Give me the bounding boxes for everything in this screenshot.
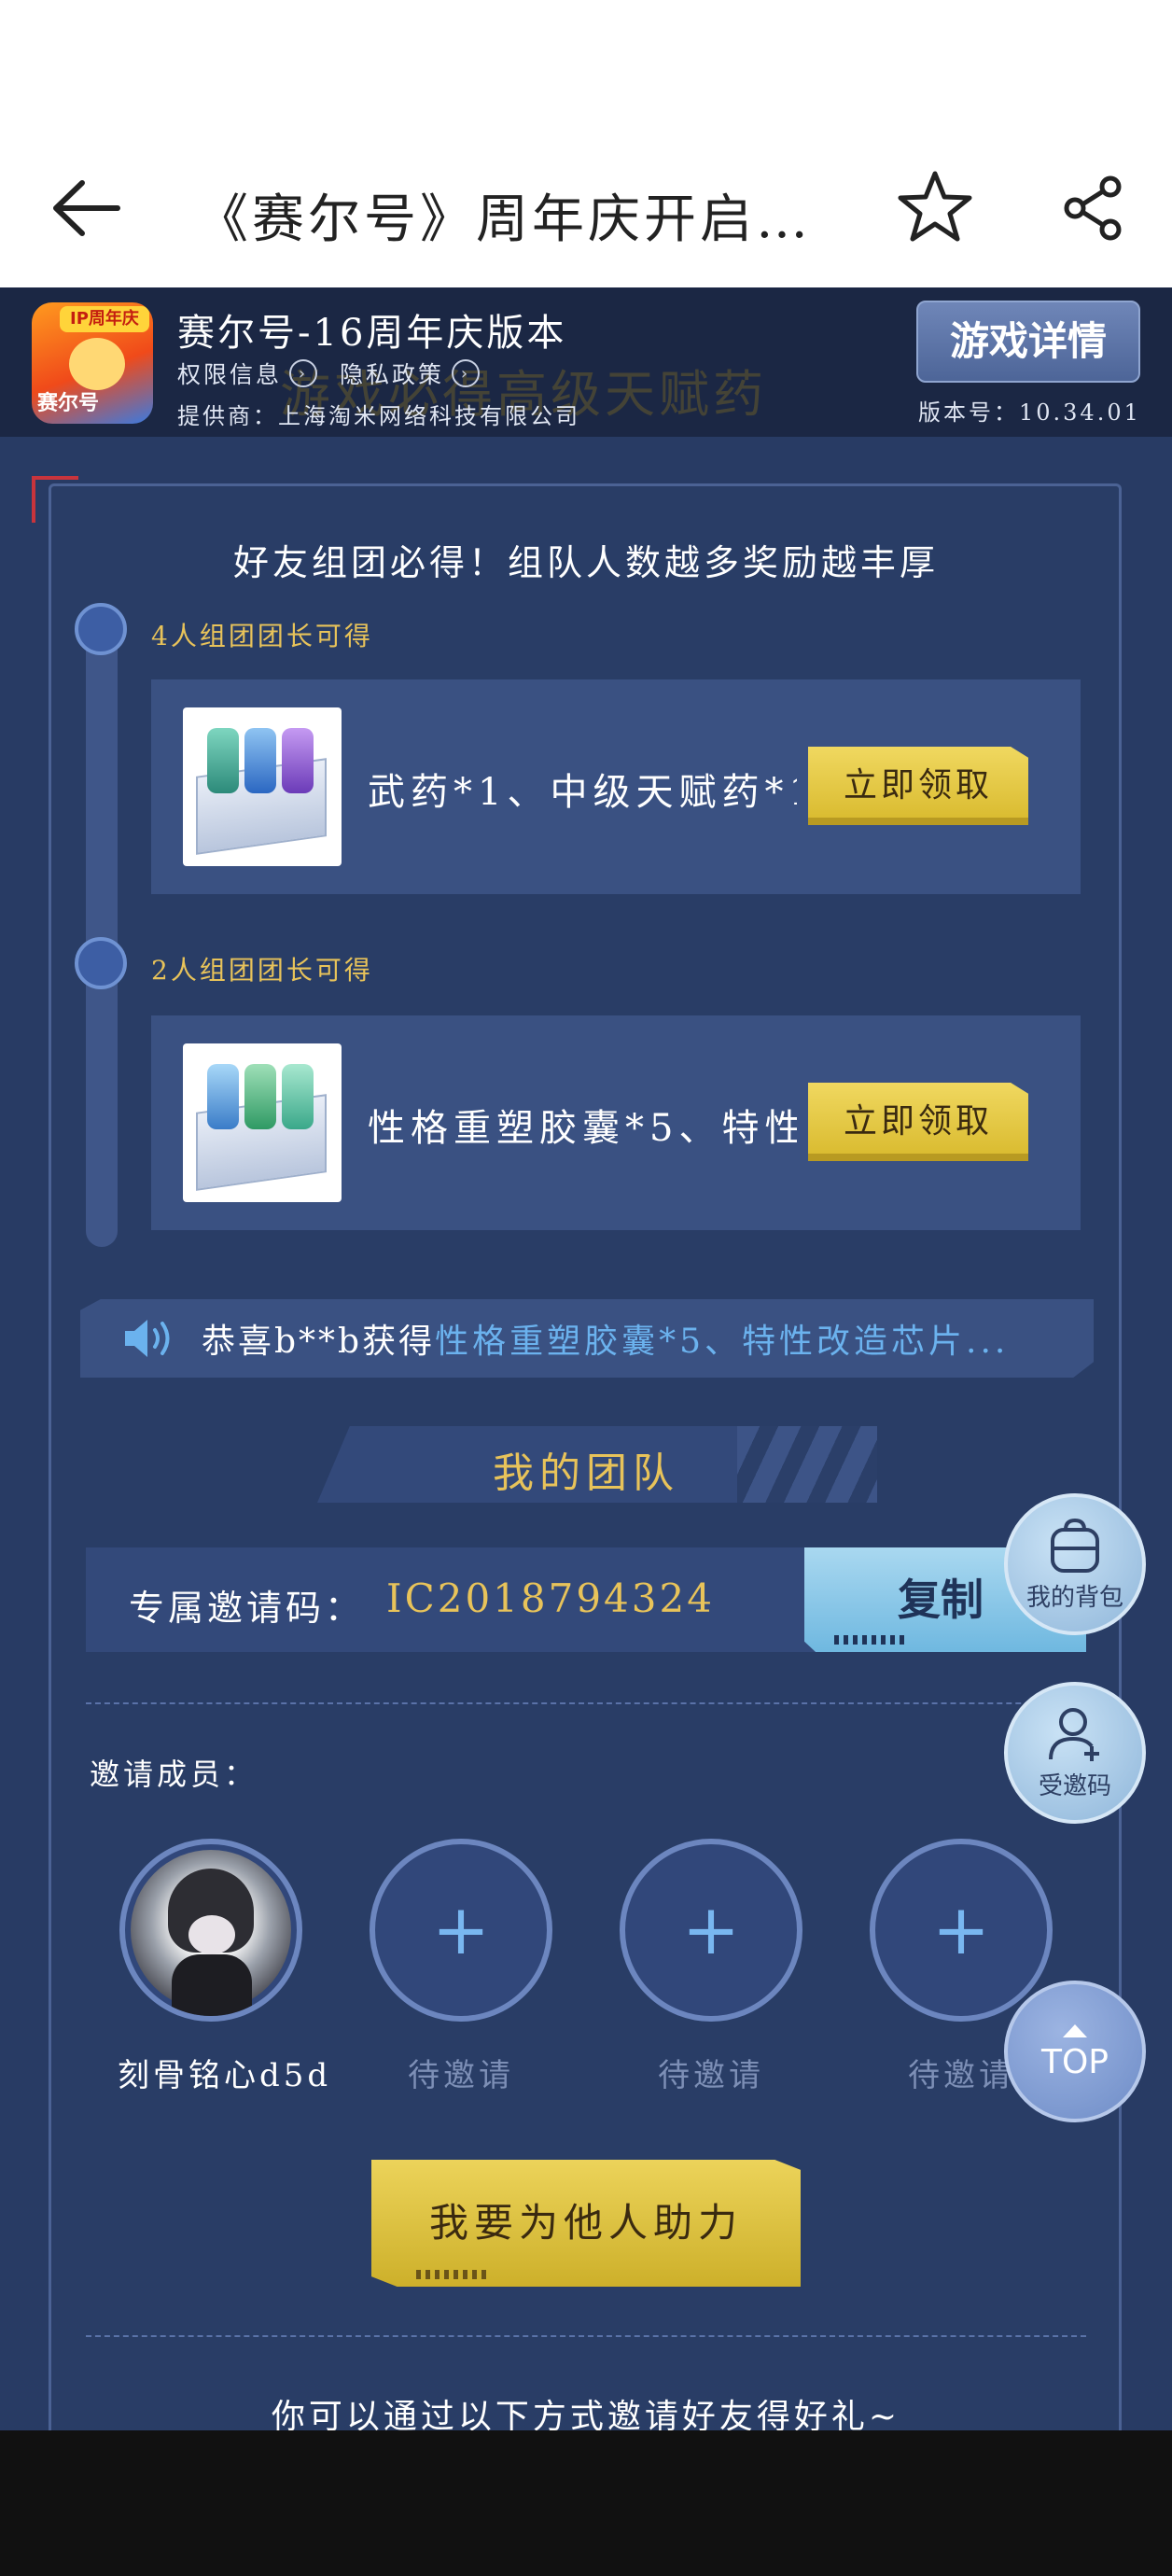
help-others-label: 我要为他人助力 (428, 2200, 743, 2246)
claim-button[interactable]: 立即领取 (808, 1083, 1028, 1161)
game-icon[interactable]: IP周年庆 赛尔号 (32, 302, 153, 424)
event-panel: 好友组团必得！组队人数越多奖励越丰厚 4人组团团长可得 武药*1、中级天赋药*1… (0, 437, 1172, 2430)
plus-icon: + (681, 1890, 740, 1970)
ticker-reward: 性格重塑胶囊*5、特性改造芯片... (435, 1323, 1010, 1361)
page-title: 《赛尔号》周年庆开启… (196, 189, 812, 250)
arrow-up-icon (1063, 2023, 1087, 2037)
provider-text: 提供商：上海淘米网络科技有限公司 (177, 403, 580, 429)
backpack-label: 我的背包 (1026, 1583, 1123, 1612)
avatar[interactable] (119, 1839, 302, 2022)
permission-link[interactable]: 权限信息 (177, 357, 282, 390)
copy-button-label: 复制 (898, 1575, 984, 1625)
top-nav-bar: 《赛尔号》周年庆开启… (0, 0, 1172, 287)
invite-slot-button[interactable]: + (620, 1839, 802, 2022)
star-icon[interactable] (896, 168, 974, 246)
corner-accent (32, 476, 78, 523)
timeline-dot (75, 937, 127, 989)
member-name: 待邀请 (408, 2057, 514, 2094)
help-others-button[interactable]: 我要为他人助力 (371, 2160, 801, 2287)
claim-button[interactable]: 立即领取 (808, 747, 1028, 825)
game-logo-text: 赛尔号 (37, 392, 100, 415)
chevron-right-icon[interactable]: › (452, 359, 481, 387)
back-arrow-icon[interactable] (49, 175, 123, 241)
mascot-figure (69, 338, 125, 390)
winners-ticker: 恭喜b**b获得 性格重塑胶囊*5、特性改造芯片... (80, 1299, 1094, 1378)
reward-image (183, 1043, 342, 1202)
member-name: 待邀请 (658, 2057, 764, 2094)
share-icon[interactable] (1062, 175, 1125, 241)
invite-code-value: IC2018794324 (386, 1575, 715, 1621)
divider (86, 2335, 1086, 2337)
tier-label: 2人组团团长可得 (151, 955, 373, 986)
backpack-button[interactable]: 我的背包 (1004, 1493, 1146, 1635)
speaker-icon (125, 1320, 170, 1357)
version-text: 版本号：10.34.01 (918, 399, 1141, 426)
invite-slot-button[interactable]: + (870, 1839, 1053, 2022)
members-label: 邀请成员： (90, 1757, 258, 1792)
member-slot: + 待邀请 (368, 1839, 554, 2095)
tier-timeline (86, 623, 118, 1247)
invite-code-float-label: 受邀码 (1038, 1771, 1111, 1800)
anniversary-badge: IP周年庆 (60, 306, 149, 332)
team-title: 我的团队 (493, 1449, 679, 1497)
privacy-link[interactable]: 隐私政策 (340, 357, 444, 390)
top-label: TOP (1040, 2042, 1109, 2081)
game-name: 赛尔号-16周年庆版本 (177, 312, 567, 355)
reward-text: 武药*1、中级天赋药*1、 (368, 771, 797, 814)
reward-card: 武药*1、中级天赋药*1、 立即领取 (151, 679, 1081, 894)
system-bottom-bar (0, 2430, 1172, 2576)
member-slot: 刻骨铭心d5d (118, 1839, 332, 2095)
plus-icon: + (431, 1890, 490, 1970)
reward-card: 性格重塑胶囊*5、特性 立即领取 (151, 1015, 1081, 1230)
invite-code-row: 专属邀请码： IC2018794324 复制 (86, 1547, 1086, 1652)
reward-image (183, 707, 342, 866)
plus-icon: + (931, 1890, 990, 1970)
member-slot: + 待邀请 (618, 1839, 804, 2095)
ticker-prefix: 恭喜b**b获得 (202, 1323, 436, 1361)
divider (86, 1702, 1086, 1704)
game-info-bar: 游戏必得高级天赋药 IP周年庆 赛尔号 赛尔号-16周年庆版本 权限信息 › 隐… (0, 287, 1172, 437)
backpack-icon (1051, 1518, 1099, 1573)
member-name: 刻骨铭心d5d (118, 2057, 332, 2094)
reward-text: 性格重塑胶囊*5、特性 (368, 1107, 797, 1150)
event-headline: 好友组团必得！组队人数越多奖励越丰厚 (232, 542, 939, 583)
invite-code-float-button[interactable]: 受邀码 (1004, 1682, 1146, 1824)
tier-label: 4人组团团长可得 (151, 621, 373, 651)
timeline-dot (75, 603, 127, 655)
invite-code-label: 专属邀请码： (129, 1588, 365, 1629)
invite-methods-text: 你可以通过以下方式邀请好友得好礼~ (271, 2398, 901, 2430)
chevron-right-icon[interactable]: › (289, 359, 318, 387)
game-details-button[interactable]: 游戏详情 (916, 301, 1140, 383)
invite-slot-button[interactable]: + (370, 1839, 552, 2022)
game-links: 权限信息 › 隐私政策 › (177, 357, 502, 390)
back-to-top-button[interactable]: TOP (1004, 1981, 1146, 2122)
user-plus-icon (1049, 1707, 1099, 1761)
